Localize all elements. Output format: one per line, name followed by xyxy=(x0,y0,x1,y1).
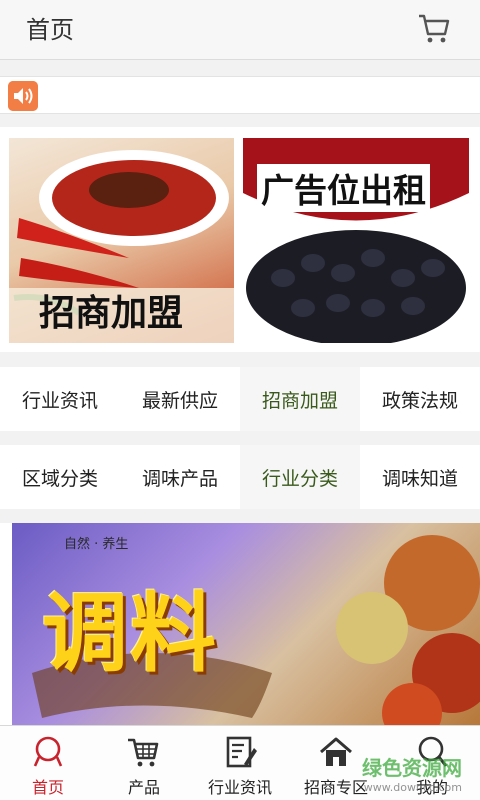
tab-industry-news-label: 行业资讯 xyxy=(207,778,272,797)
category-latest-supply[interactable]: 最新供应 xyxy=(120,367,240,431)
category-industry-type[interactable]: 行业分类 xyxy=(240,445,360,509)
tab-home[interactable]: 首页 xyxy=(0,726,96,800)
category-region[interactable]: 区域分类 xyxy=(0,445,120,509)
category-policy[interactable]: 政策法规 xyxy=(360,367,480,431)
tab-products-label: 产品 xyxy=(127,778,160,797)
news-icon xyxy=(226,736,257,768)
cart-icon[interactable] xyxy=(416,10,452,46)
tab-products[interactable]: 产品 xyxy=(96,726,192,800)
watermark-url: www.downcc.com xyxy=(363,781,462,794)
cart-icon xyxy=(128,738,159,767)
watermark: 绿色资源网 www.downcc.com xyxy=(362,752,462,794)
promo-headline: 调料 xyxy=(42,584,218,684)
home-user-icon xyxy=(33,736,63,767)
promo-banner-image: 自然 · 养生 调料 xyxy=(12,523,480,725)
house-icon xyxy=(320,737,352,766)
category-row-2: 区域分类 调味产品 行业分类 调味知道 xyxy=(0,445,480,509)
banner-franchise-caption: 招商加盟 xyxy=(39,293,184,334)
category-row-1: 行业资讯 最新供应 招商加盟 政策法规 xyxy=(0,367,480,431)
banner-ad-caption: 广告位出租 xyxy=(257,164,430,212)
top-header: 首页 xyxy=(0,0,480,60)
category-industry-news[interactable]: 行业资讯 xyxy=(0,367,120,431)
banner-ad-space[interactable]: 广告位出租 xyxy=(243,138,469,343)
page-title: 首页 xyxy=(26,16,74,44)
watermark-text: 绿色资源网 xyxy=(362,756,462,780)
category-seasoning-knowledge[interactable]: 调味知道 xyxy=(360,445,480,509)
tab-home-label: 首页 xyxy=(31,778,64,797)
category-franchise[interactable]: 招商加盟 xyxy=(240,367,360,431)
notice-bar[interactable] xyxy=(0,76,480,114)
promo-brand: 自然 · 养生 xyxy=(64,537,129,552)
banner-franchise[interactable]: 招商加盟 xyxy=(9,138,234,343)
banner-section: 招商加盟 广告位出租 xyxy=(0,127,480,352)
promo-banner[interactable]: 自然 · 养生 调料 xyxy=(0,523,480,725)
speaker-icon xyxy=(8,81,38,111)
tab-industry-news[interactable]: 行业资讯 xyxy=(192,726,288,800)
category-seasoning-products[interactable]: 调味产品 xyxy=(120,445,240,509)
app-root: 首页 招商加盟 广告位出租 行业资讯 最新供应 招商加盟 政策法规 区域分类 调… xyxy=(0,0,480,800)
